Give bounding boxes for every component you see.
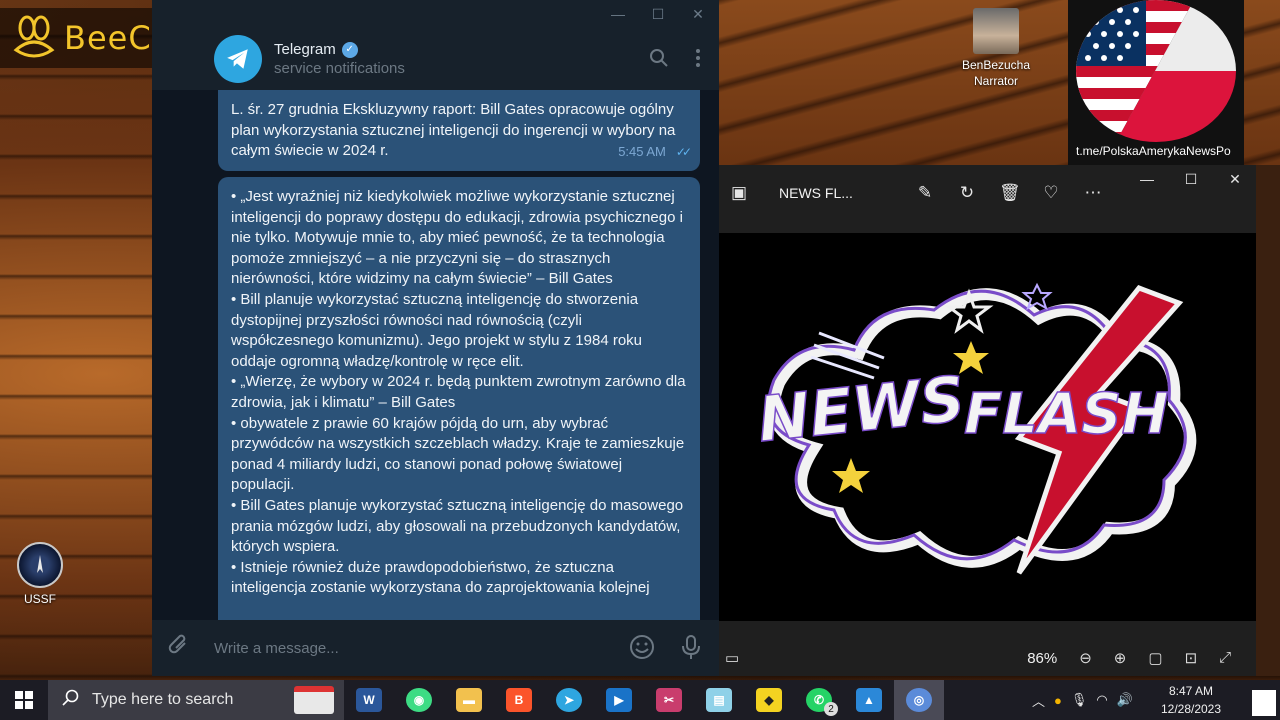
narrator-name: BenBezucha [961,58,1031,72]
message-bubble[interactable]: L. śr. 27 grudnia Ekskluzywny raport: Bi… [218,90,700,171]
minimize-icon[interactable]: — [611,6,625,22]
filmstrip-icon[interactable]: ▭ [725,649,739,667]
taskbar: Type here to search W ◉ ▬ B ➤ ▶ ✂ ▤ ◆ ✆ … [0,680,1280,720]
favorite-heart-icon[interactable]: ♡ [1041,183,1061,203]
taskbar-clock[interactable]: 8:47 AM 12/28/2023 [1154,682,1228,718]
message-input[interactable]: Write a message... [214,640,339,657]
fullscreen-icon[interactable]: ⤢ [1219,649,1231,667]
close-icon[interactable]: ✕ [691,6,705,23]
message-paragraph: • Bill planuje wykorzystać sztuczną inte… [231,290,643,370]
flag-caption: t.me/PolskaAmerykaNewsPo [1076,144,1231,158]
microphone-icon[interactable] [681,634,701,666]
whatsapp-badge: 2 [824,702,838,716]
message-paragraph: • „Jest wyraźniej niż kiedykolwiek możli… [231,188,683,288]
notification-icon[interactable] [1252,690,1276,716]
photos-toolbar: ▣ NEWS FL... ✎ ↻ 🗑 ♡ ⋯ [719,171,1256,215]
rotate-icon[interactable]: ↻ [957,183,977,203]
flag-overlay-card: t.me/PolskaAmerykaNewsPo [1068,0,1244,165]
telegram-app-icon[interactable]: ➤ [544,680,594,720]
word-app-icon[interactable]: W [344,680,394,720]
ussf-label: USSF [23,592,56,606]
channel-status: service notifications [274,60,405,77]
chat-message-area[interactable]: L. śr. 27 grudnia Ekskluzywny raport: Bi… [152,90,719,620]
search-placeholder: Type here to search [92,691,234,708]
wallpaper-edge [1256,165,1280,676]
active-app-icon[interactable]: ◎ [894,680,944,720]
ussf-logo-icon [17,542,63,588]
read-checkmarks-icon: ✓✓ [675,145,692,160]
microphone-icon[interactable]: 🎙 [1071,692,1088,708]
search-icon [62,689,80,712]
telegram-titlebar: — ☐ ✕ [152,0,719,28]
tray-app-icon[interactable]: ● [1054,693,1062,708]
emoji-icon[interactable] [629,634,655,666]
photos-window: — ☐ ✕ ▣ NEWS FL... ✎ ↻ 🗑 ♡ ⋯ NEWS FLASH [719,165,1256,676]
message-text: L. śr. 27 grudnia Ekskluzywny raport: Bi… [231,101,676,160]
message-paragraph: • Istnieje również duże prawdopodobieńst… [231,558,650,597]
attach-icon[interactable] [168,633,192,663]
media-player-icon[interactable]: ▶ [594,680,644,720]
notepad-app-icon[interactable]: ▤ [694,680,744,720]
fit-to-window-icon[interactable]: ▢ [1148,649,1162,667]
maximize-icon[interactable]: ☐ [651,6,665,23]
channel-name: Telegram [274,41,336,58]
chevron-up-icon[interactable]: ︿ [1032,691,1045,710]
news-flash-image: NEWS FLASH [719,233,1256,621]
clock-date: 12/28/2023 [1160,702,1222,716]
message-paragraph: • „Wierzę, że wybory w 2024 r. będą punk… [231,373,686,411]
telegram-avatar-icon [214,35,262,83]
paint-app-icon[interactable]: ✂ [644,680,694,720]
taskbar-search[interactable]: Type here to search [48,680,344,720]
more-options-icon[interactable]: ⋯ [1083,183,1103,203]
narrator-avatar [973,8,1019,54]
verified-icon: ✓ [341,41,358,58]
whatsapp-app-icon[interactable]: ✆ 2 [794,680,844,720]
message-time: 5:45 AM [618,144,666,160]
chat-header[interactable]: Telegram ✓ service notifications [152,28,719,90]
windows-start-icon[interactable] [0,680,48,720]
zoom-in-icon[interactable]: ⊕ [1114,649,1127,667]
telegram-window: — ☐ ✕ Telegram ✓ service notifications L… [152,0,719,676]
zoom-out-icon[interactable]: ⊖ [1079,649,1092,667]
android-app-icon[interactable]: ◉ [394,680,444,720]
photo-file-title: NEWS FL... [779,185,853,201]
message-paragraph: • Bill Gates planuje wykorzystać sztuczn… [231,496,684,556]
volume-icon[interactable]: 🔊 [1117,692,1133,708]
desktop-icon-narrator[interactable]: BenBezucha Narrator [958,8,1034,89]
delete-icon[interactable]: 🗑 [999,183,1021,203]
photos-app-icon[interactable]: ▲ [844,680,894,720]
more-options-icon[interactable] [695,48,701,74]
zoom-level: 86% [1027,649,1058,667]
brave-browser-icon[interactable]: B [494,680,544,720]
system-tray: ︿ ● 🎙 ◠ 🔊 [1032,680,1133,720]
photos-app-icon: ▣ [730,183,748,202]
actual-size-icon[interactable]: ⊡ [1185,649,1198,667]
narrator-subtitle: Narrator [973,74,1018,88]
clock-time: 8:47 AM [1168,684,1214,698]
message-paragraph: • obywatele z prawie 60 krajów pójdą do … [231,414,685,494]
flash-text: FLASH [964,382,1168,447]
message-bubble[interactable]: • „Jest wyraźniej niż kiedykolwiek możli… [218,177,700,620]
bee-icon [13,15,55,58]
utility-app-icon[interactable]: ◆ [744,680,794,720]
us-poland-flag-image [1076,0,1236,142]
photos-footer: ▭ 86% ⊖ ⊕ ▢ ⊡ ⤢ [719,640,1256,676]
search-icon[interactable] [649,48,669,74]
file-explorer-icon[interactable]: ▬ [444,680,494,720]
edit-image-icon[interactable]: ✎ [915,183,935,203]
wifi-icon[interactable]: ◠ [1096,692,1107,708]
calendar-icon [294,686,334,714]
message-composer: Write a message... [152,620,719,676]
desktop-icon-ussf[interactable]: USSF [12,542,68,607]
